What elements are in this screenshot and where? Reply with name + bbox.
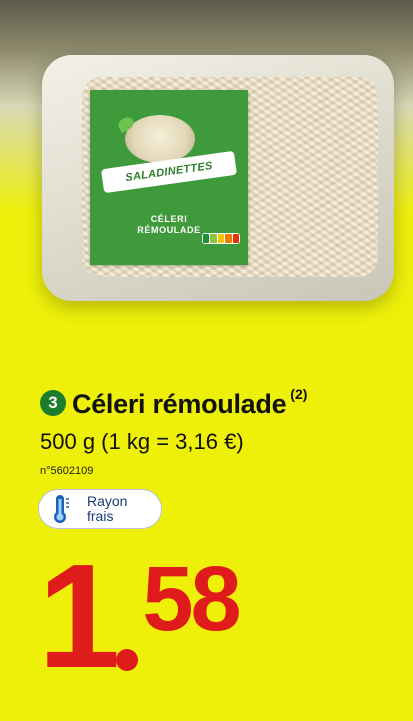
badge-text: Rayon frais [87, 494, 127, 524]
fresh-section-badge: Rayon frais [38, 489, 162, 529]
price-separator [116, 649, 139, 671]
package-label-line1: CÉLERI [150, 214, 188, 224]
thermometer-icon [54, 495, 69, 523]
price-integer: 1 [38, 534, 120, 699]
bowl-illustration [125, 115, 195, 163]
price-decimals: 58 [142, 548, 241, 650]
product-weight: 500 g (1 kg = 3,16 €) [40, 429, 244, 454]
nutriscore-icon [202, 233, 240, 244]
badge-line1: Rayon [87, 493, 128, 509]
title-row: 3 Céleri rémoulade (2) [40, 386, 308, 420]
footnote-marker: (2) [290, 386, 308, 402]
badge-line2: frais [87, 508, 114, 524]
package-label: SALADINETTES CÉLERI RÉMOULADE [90, 90, 248, 265]
price: 1 58 [38, 534, 242, 699]
product-number-badge: 3 [40, 390, 66, 416]
product-reference: n°5602109 [40, 465, 94, 477]
product-title: Céleri rémoulade [72, 389, 287, 419]
product-photo: SALADINETTES CÉLERI RÉMOULADE [0, 0, 413, 355]
